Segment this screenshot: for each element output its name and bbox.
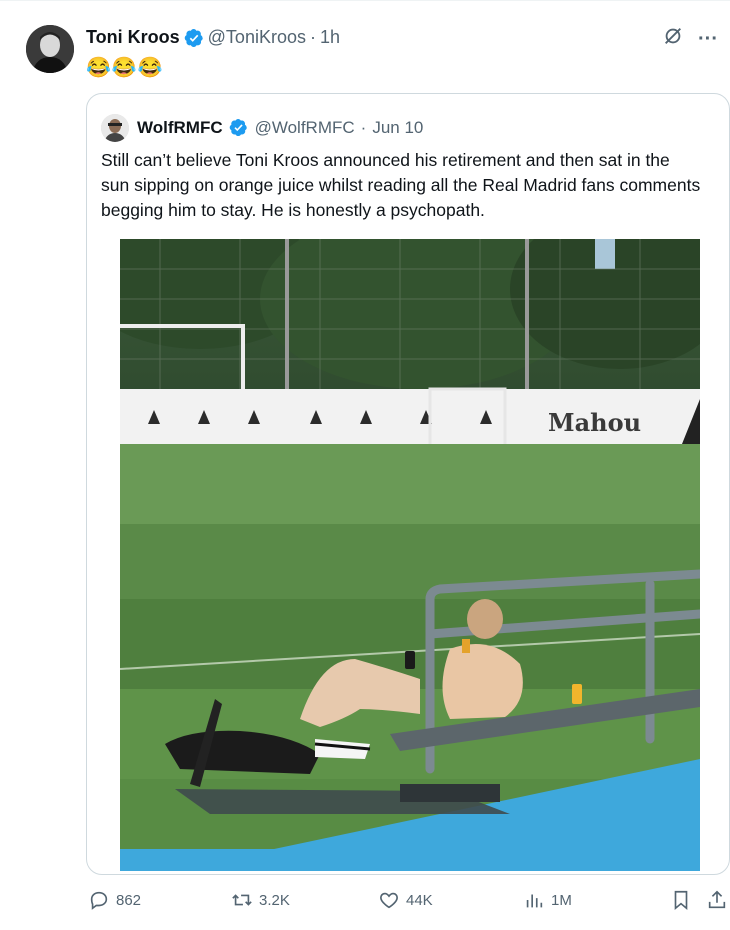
share-button[interactable] [706, 889, 728, 911]
quoted-verified-badge-icon [229, 118, 249, 138]
reply-button[interactable]: 862 [88, 889, 141, 911]
like-button[interactable]: 44K [378, 889, 433, 911]
tweet-time[interactable]: 1h [320, 27, 340, 48]
action-bar: 862 3.2K 44K 1M [86, 889, 730, 919]
repost-button[interactable]: 3.2K [231, 889, 290, 911]
view-count: 1M [551, 891, 572, 909]
reply-count: 862 [116, 891, 142, 909]
quoted-date: Jun 10 [372, 118, 424, 137]
like-count: 44K [406, 891, 433, 909]
quoted-author-handle: @WolfRMFC [254, 118, 355, 137]
quoted-author-name: WolfRMFC [137, 118, 223, 137]
tweet-text: 😂😂😂 [86, 57, 164, 79]
quoted-header: WolfRMFC @WolfRMFC · Jun 10 [101, 114, 423, 142]
bookmark-icon [674, 890, 688, 911]
quoted-text: Still can’t believe Toni Kroos announced… [101, 150, 701, 220]
author-avatar[interactable] [26, 25, 74, 73]
views-button[interactable]: 1M [523, 889, 572, 911]
more-icon[interactable]: ··· [698, 29, 718, 49]
tweet-header: Toni Kroos @ToniKroos · 1h [86, 27, 340, 48]
grok-icon[interactable] [662, 25, 684, 52]
verified-badge-icon [184, 28, 204, 48]
repost-icon [232, 894, 252, 906]
author-handle[interactable]: @ToniKroos [208, 27, 306, 48]
video-frame: Mahou [120, 239, 700, 871]
dot-separator: · [309, 27, 316, 47]
author-name[interactable]: Toni Kroos [86, 27, 180, 48]
quoted-media-video[interactable]: Mahou [120, 239, 700, 871]
quoted-tweet[interactable]: WolfRMFC @WolfRMFC · Jun 10 Still can’t … [86, 93, 730, 875]
banner-text: Mahou [548, 408, 641, 437]
reply-icon [90, 891, 108, 910]
heart-icon [380, 892, 398, 909]
share-icon [708, 890, 726, 909]
quoted-author-avatar [101, 114, 129, 142]
tweet-card[interactable]: Toni Kroos @ToniKroos · 1h 😂😂😂 ··· WolfR… [0, 0, 730, 930]
views-icon [526, 894, 543, 908]
bookmark-button[interactable] [670, 889, 692, 911]
quoted-dot-separator: · [360, 118, 367, 137]
top-actions: ··· [662, 25, 718, 52]
repost-count: 3.2K [259, 891, 290, 909]
